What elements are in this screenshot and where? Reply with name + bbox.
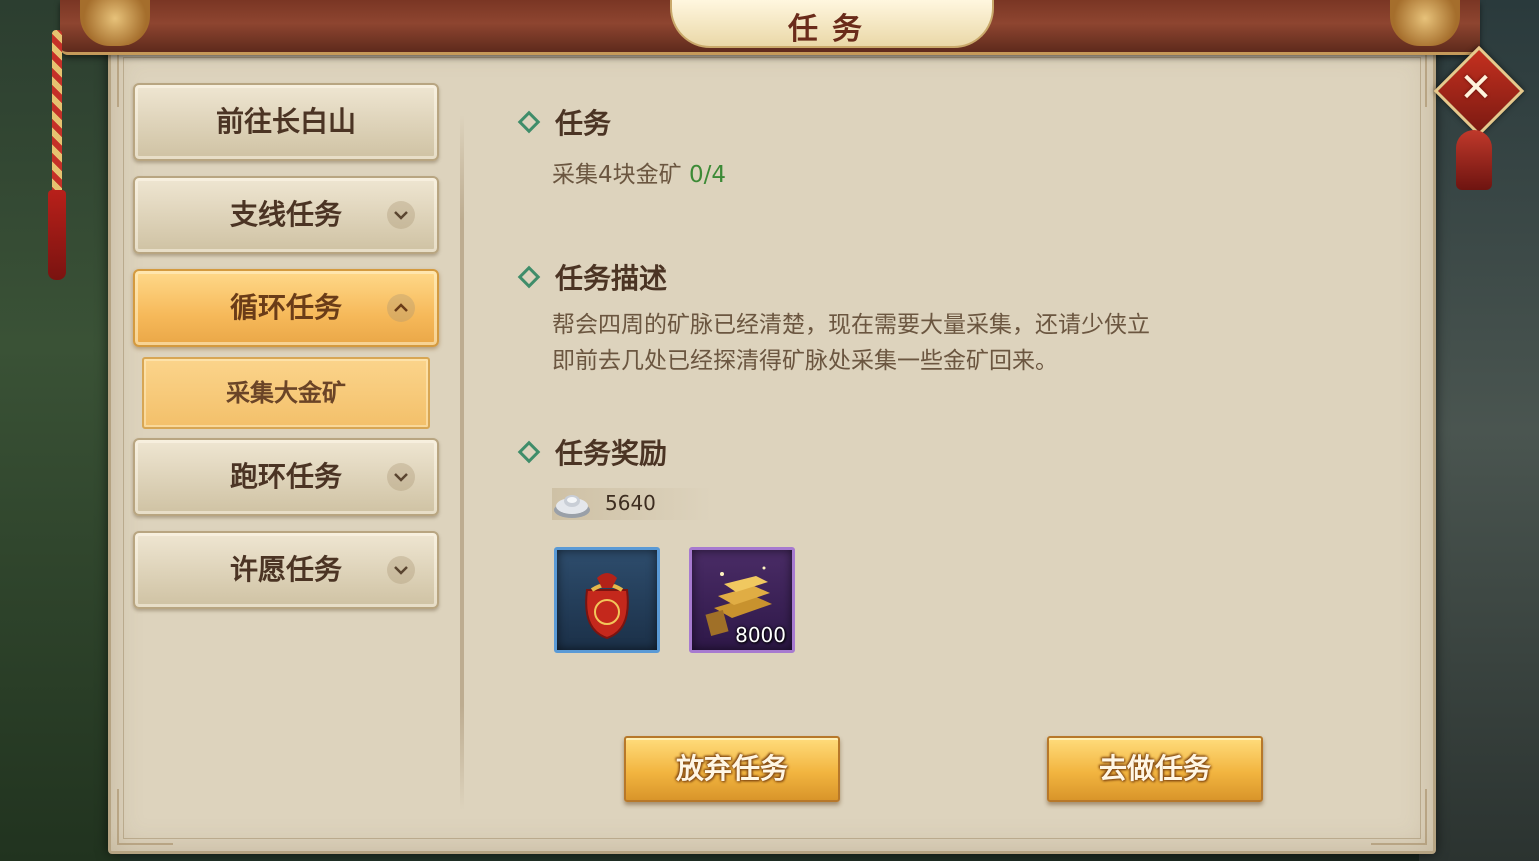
task-objective: 采集4块金矿 0/4 bbox=[552, 155, 726, 189]
chevron-down-icon[interactable] bbox=[387, 201, 415, 229]
reward-section-heading: 任务奖励 bbox=[517, 432, 668, 472]
silver-amount: 5640 bbox=[605, 491, 656, 515]
button-label: 去做任务 bbox=[1098, 752, 1211, 785]
section-title-text: 任务 bbox=[555, 107, 612, 140]
objective-text: 采集4块金矿 bbox=[552, 162, 682, 188]
bell-decoration bbox=[1456, 130, 1492, 190]
title-plate: 任务 bbox=[670, 0, 994, 48]
close-icon[interactable]: ✕ bbox=[1447, 59, 1505, 117]
column-divider bbox=[460, 115, 464, 810]
go-do-task-button[interactable]: 去做任务 bbox=[1047, 736, 1263, 802]
nav-item-label: 前往长白山 bbox=[215, 105, 356, 138]
task-description: 帮会四周的矿脉已经清楚，现在需要大量采集，还请少侠立 即前去几处已经探清得矿脉处… bbox=[552, 307, 1232, 379]
description-line: 即前去几处已经探清得矿脉处采集一些金矿回来。 bbox=[552, 348, 1058, 374]
corner-ornament bbox=[117, 789, 173, 845]
chevron-down-icon[interactable] bbox=[387, 556, 415, 584]
corner-ornament bbox=[1371, 51, 1427, 107]
header-ornament-right bbox=[1390, 0, 1460, 46]
nav-item-go-changbaishan[interactable]: 前往长白山 bbox=[133, 83, 439, 161]
sub-item-label: 采集大金矿 bbox=[226, 379, 346, 407]
section-title-text: 任务描述 bbox=[555, 262, 668, 295]
description-section-heading: 任务描述 bbox=[517, 257, 668, 297]
nav-item-side-quests[interactable]: 支线任务 bbox=[133, 176, 439, 254]
nav-item-loop-quests[interactable]: 循环任务 bbox=[133, 269, 439, 347]
diamond-bullet-icon bbox=[517, 265, 541, 289]
nav-item-wish-quests[interactable]: 许愿任务 bbox=[133, 531, 439, 609]
section-title-text: 任务奖励 bbox=[555, 437, 668, 470]
tassel-end-decoration bbox=[48, 190, 66, 280]
silver-ingot-icon bbox=[554, 495, 590, 518]
diamond-bullet-icon bbox=[517, 440, 541, 464]
abandon-task-button[interactable]: 放弃任务 bbox=[624, 736, 840, 802]
sub-item-collect-gold[interactable]: 采集大金矿 bbox=[142, 357, 430, 429]
window-title: 任务 bbox=[788, 12, 876, 47]
task-section-heading: 任务 bbox=[517, 102, 612, 142]
lucky-bag-icon bbox=[585, 573, 629, 640]
reward-item-gold-bars[interactable]: 8000 bbox=[689, 547, 795, 653]
diamond-bullet-icon bbox=[517, 110, 541, 134]
chevron-down-icon[interactable] bbox=[387, 463, 415, 491]
description-line: 帮会四周的矿脉已经清楚，现在需要大量采集，还请少侠立 bbox=[552, 312, 1150, 338]
header-ornament-left bbox=[80, 0, 150, 46]
corner-ornament bbox=[1371, 789, 1427, 845]
item-quantity: 8000 bbox=[735, 623, 786, 647]
nav-item-run-quests[interactable]: 跑环任务 bbox=[133, 438, 439, 516]
chevron-up-icon[interactable] bbox=[387, 294, 415, 322]
button-label: 放弃任务 bbox=[675, 752, 788, 785]
objective-progress: 0/4 bbox=[688, 162, 726, 188]
title-bar: 任务 bbox=[60, 0, 1480, 55]
reward-item-lucky-bag[interactable] bbox=[554, 547, 660, 653]
